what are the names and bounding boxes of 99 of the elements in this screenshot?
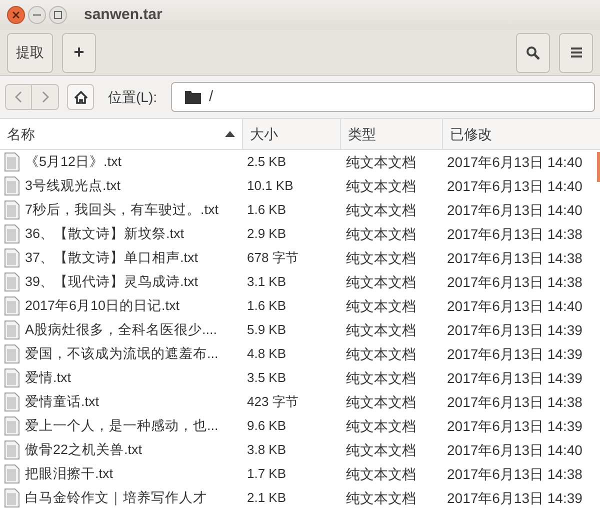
file-type: 纯文本文档 [345, 464, 417, 484]
column-header[interactable]: 类型 [341, 119, 443, 149]
file-type: 纯文本文档 [345, 248, 417, 268]
file-name: 把眼泪擦干.txt [25, 464, 114, 483]
file-type: 纯文本文档 [345, 176, 417, 196]
file-name: 37、【散文诗】单口相声.txt [25, 248, 198, 267]
minimize-icon [33, 14, 41, 16]
text-file-icon [4, 200, 20, 220]
file-size: 2.9 KB [246, 225, 288, 244]
file-name: A股病灶很多，全科名医很少.... [25, 320, 218, 339]
file-name: 爱情童话.txt [25, 392, 100, 411]
modified-date: 2017年6月13日 14:38 [447, 392, 582, 412]
text-file-icon [4, 224, 20, 244]
sort-ascending-icon [225, 131, 235, 137]
file-name: 2017年6月10日的日记.txt [25, 296, 180, 315]
file-name: 爱情.txt [25, 368, 72, 387]
folder-icon [185, 90, 201, 104]
file-name: 爱国，不该成为流氓的遮羞布... [25, 344, 218, 363]
column-header[interactable]: 名称 [0, 119, 243, 149]
file-size: 423 字节 [246, 393, 300, 412]
text-file-icon [4, 344, 20, 364]
maximize-icon [54, 11, 62, 19]
text-file-icon [4, 272, 20, 292]
file-type: 纯文本文档 [345, 272, 417, 292]
modified-date: 2017年6月13日 14:40 [447, 152, 582, 172]
modified-date: 2017年6月13日 14:38 [447, 248, 582, 268]
file-name: 39、【现代诗】灵鸟成诗.txt [25, 272, 198, 291]
file-size: 4.8 KB [246, 345, 288, 364]
modified-date: 2017年6月13日 14:40 [447, 200, 582, 220]
file-size: 3.1 KB [246, 273, 288, 292]
file-size: 2.5 KB [246, 153, 288, 172]
file-name: 爱上一个人，是一种感动，也... [25, 416, 218, 435]
modified-date: 2017年6月13日 14:38 [447, 224, 582, 244]
modified-date: 2017年6月13日 14:39 [447, 488, 582, 508]
text-file-icon [4, 368, 20, 388]
modified-date: 2017年6月13日 14:38 [447, 464, 582, 484]
scrollbar-thumb[interactable] [597, 152, 600, 182]
text-file-icon [4, 248, 20, 268]
file-type: 纯文本文档 [345, 416, 417, 436]
window-title: sanwen.tar [84, 4, 162, 25]
modified-date: 2017年6月13日 14:39 [447, 416, 582, 436]
file-type: 纯文本文档 [345, 440, 417, 460]
extract-button[interactable]: 提取 [7, 32, 53, 72]
file-type: 纯文本文档 [345, 200, 417, 220]
file-type: 纯文本文档 [345, 152, 417, 172]
file-size: 678 字节 [246, 249, 300, 268]
location-label: 位置(L): [108, 88, 157, 107]
search-button[interactable] [516, 32, 550, 72]
location-path: / [209, 86, 214, 107]
file-size: 5.9 KB [246, 321, 288, 340]
minimize-button[interactable] [28, 6, 46, 24]
menu-icon [570, 47, 582, 58]
file-name: 《5月12日》.txt [25, 152, 122, 171]
text-file-icon [4, 464, 20, 484]
home-icon [74, 90, 88, 104]
file-size: 1.6 KB [246, 201, 288, 220]
modified-date: 2017年6月13日 14:40 [447, 296, 582, 316]
text-file-icon [4, 152, 20, 172]
modified-date: 2017年6月13日 14:38 [447, 272, 582, 292]
file-type: 纯文本文档 [345, 392, 417, 412]
search-icon [526, 46, 540, 60]
file-type: 纯文本文档 [345, 320, 417, 340]
file-type: 纯文本文档 [345, 488, 417, 508]
file-type: 纯文本文档 [345, 344, 417, 364]
menu-button[interactable] [559, 32, 593, 72]
home-button[interactable] [67, 84, 94, 110]
file-name: 7秒后，我回头，有车驶过。.txt [25, 200, 219, 219]
file-size: 1.7 KB [246, 465, 288, 484]
file-type: 纯文本文档 [345, 224, 417, 244]
modified-date: 2017年6月13日 14:39 [447, 320, 582, 340]
file-type: 纯文本文档 [345, 296, 417, 316]
text-file-icon [4, 296, 20, 316]
file-size: 1.6 KB [246, 297, 288, 316]
modified-date: 2017年6月13日 14:39 [447, 344, 582, 364]
close-icon [12, 11, 20, 19]
file-size: 2.1 KB [246, 489, 288, 508]
file-size: 9.6 KB [246, 417, 288, 436]
file-name: 3号线观光点.txt [25, 176, 121, 195]
text-file-icon [4, 176, 20, 196]
column-header[interactable]: 已修改 [443, 119, 600, 149]
text-file-icon [4, 416, 20, 436]
file-size: 10.1 KB [246, 177, 294, 196]
location-field[interactable]: / [171, 82, 595, 112]
file-size: 3.5 KB [246, 369, 288, 388]
file-size: 3.8 KB [246, 441, 288, 460]
modified-date: 2017年6月13日 14:39 [447, 368, 582, 388]
file-type: 纯文本文档 [345, 368, 417, 388]
column-header[interactable]: 大小 [243, 119, 341, 149]
file-name: 傲骨22之机关兽.txt [25, 440, 142, 459]
close-button[interactable] [7, 6, 25, 24]
maximize-button[interactable] [49, 6, 67, 24]
text-file-icon [4, 320, 20, 340]
text-file-icon [4, 392, 20, 412]
modified-date: 2017年6月13日 14:40 [447, 440, 582, 460]
file-name: 白马金铃作文｜培养写作人才 [25, 488, 207, 508]
modified-date: 2017年6月13日 14:40 [447, 176, 582, 196]
text-file-icon [4, 440, 20, 460]
add-button[interactable]: + [62, 32, 96, 72]
file-name: 36、【散文诗】新坟祭.txt [25, 224, 184, 243]
